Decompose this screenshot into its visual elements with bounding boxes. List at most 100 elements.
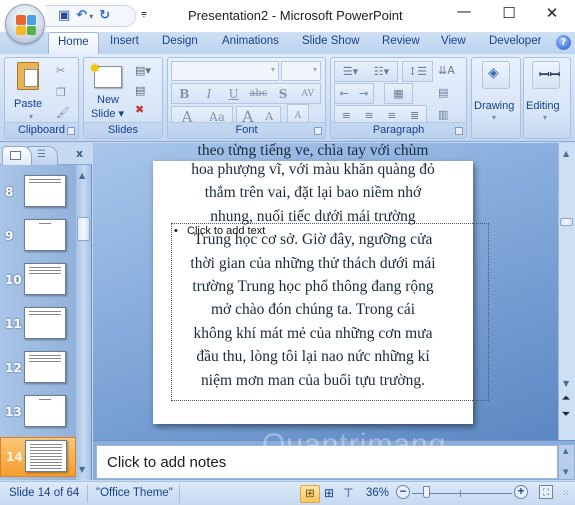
editing-group[interactable]: ꟷꟷ Editing ▾: [523, 57, 571, 139]
maximize-button[interactable]: ☐: [494, 4, 524, 22]
close-pane-icon[interactable]: x: [76, 147, 83, 160]
slide-canvas[interactable]: • Click to add text hoa phượng vĩ, với m…: [153, 158, 489, 424]
editing-dropdown-icon: ▾: [543, 113, 548, 122]
shadow-button[interactable]: S: [271, 87, 296, 101]
new-slide-icon[interactable]: ✸: [89, 61, 122, 88]
redo-icon[interactable]: ↻: [99, 9, 110, 23]
undo-dropdown-icon[interactable]: ▾: [89, 12, 93, 21]
new-slide-dropdown[interactable]: Slide ▾: [91, 107, 124, 120]
justify-button[interactable]: ≣: [403, 109, 426, 122]
bold-button[interactable]: B: [172, 87, 197, 101]
drawing-group[interactable]: ◈ Drawing ▾: [471, 57, 521, 139]
slide-thumbnail[interactable]: 13: [0, 393, 76, 433]
preview-text-line: [30, 465, 62, 466]
paste-button[interactable]: Paste: [14, 98, 42, 110]
tab-developer[interactable]: Developer: [489, 35, 541, 47]
slide-thumbnail[interactable]: 9: [0, 217, 76, 257]
cut-icon[interactable]: ✂: [56, 64, 65, 77]
editor-scroll-down-icon[interactable]: ▼: [563, 379, 569, 388]
tab-insert[interactable]: Insert: [110, 35, 139, 47]
help-icon[interactable]: ?: [556, 35, 571, 50]
layout-icon[interactable]: ▤▾: [135, 64, 151, 77]
reset-slide-icon[interactable]: ▤: [135, 84, 145, 97]
clipboard-group: Paste ▾ ✂ ❐ 🖌 Clipboard: [4, 57, 79, 139]
slide-thumbnail[interactable]: 10: [0, 261, 76, 301]
slide-sorter-button[interactable]: ⊞: [324, 486, 334, 500]
zoom-in-button[interactable]: +: [514, 485, 528, 499]
save-icon[interactable]: ▣: [58, 9, 70, 23]
preview-text-line: [29, 273, 61, 274]
notes-scroll-up-icon[interactable]: ▲: [563, 447, 568, 455]
font-size-combo[interactable]: [281, 61, 321, 81]
align-center-button[interactable]: ≡: [358, 109, 381, 122]
zoom-slider-thumb[interactable]: [422, 486, 430, 498]
scroll-thumb[interactable]: [77, 217, 90, 241]
slides-pane-scrollbar[interactable]: ▲ ▼: [76, 165, 91, 480]
slide-text-line: thời gian của những thử thách dưới mái: [190, 254, 436, 272]
underline-button[interactable]: U: [221, 87, 246, 101]
new-slide-label[interactable]: New: [97, 94, 119, 106]
drawing-icon: ◈: [482, 61, 510, 89]
slide-thumbnail[interactable]: 14: [0, 437, 76, 477]
numbering-button[interactable]: ☷▾: [366, 65, 397, 78]
tab-design[interactable]: Design: [162, 35, 198, 47]
italic-button[interactable]: I: [197, 87, 222, 101]
format-painter-icon[interactable]: 🖌: [56, 106, 70, 119]
tab-animations[interactable]: Animations: [222, 35, 279, 47]
paragraph-launcher-icon[interactable]: [455, 127, 463, 135]
close-button[interactable]: ✕: [537, 4, 567, 22]
fit-to-window-button[interactable]: ⛶: [539, 485, 553, 499]
tab-review[interactable]: Review: [382, 35, 420, 47]
tab-slide-show[interactable]: Slide Show: [302, 35, 360, 47]
clipboard-launcher-icon[interactable]: [67, 127, 75, 135]
slide-body-text[interactable]: hoa phượng vĩ, với màu khăn quàng đỏ thắm…: [153, 158, 473, 392]
strikethrough-button[interactable]: abc: [246, 88, 271, 99]
editor-scroll-up-icon[interactable]: ▲: [563, 149, 569, 158]
resize-grip-icon[interactable]: ⁙: [562, 488, 570, 499]
zoom-level[interactable]: 36%: [366, 487, 389, 499]
next-slide-icon[interactable]: ⏷: [562, 409, 570, 420]
text-direction-icon[interactable]: ⇊A: [438, 64, 455, 77]
undo-icon[interactable]: ↶: [76, 9, 87, 23]
columns-button[interactable]: ▦: [384, 83, 413, 104]
font-group: B I U abc S AV A Aa A A A Font: [167, 57, 326, 139]
notes-scrollbar[interactable]: ▲ ▼: [559, 445, 574, 479]
editor-scrollbar[interactable]: ▲ ▼ ⏶ ⏷: [558, 143, 575, 440]
notes-input[interactable]: Click to add notes: [96, 445, 558, 479]
font-name-combo[interactable]: [171, 61, 279, 81]
smartart-icon[interactable]: ▥: [438, 108, 448, 121]
font-launcher-icon[interactable]: [314, 127, 322, 135]
align-right-button[interactable]: ≡: [381, 109, 404, 122]
minimize-button[interactable]: —: [449, 2, 479, 20]
scroll-up-icon[interactable]: ▲: [79, 171, 85, 180]
notes-scroll-down-icon[interactable]: ▼: [563, 468, 568, 476]
copy-icon[interactable]: ❐: [56, 86, 66, 99]
slide-thumbnail[interactable]: 12: [0, 349, 76, 389]
align-left-button[interactable]: ≡: [335, 109, 358, 122]
tab-slides[interactable]: [2, 146, 32, 165]
previous-slide-icon[interactable]: ⏶: [562, 393, 570, 404]
bullets-button[interactable]: ☰▾: [335, 65, 366, 78]
preview-text-line: [29, 267, 61, 268]
customize-qat-icon[interactable]: ⩦: [141, 8, 147, 19]
normal-view-button[interactable]: ⊞: [300, 485, 320, 503]
increase-indent-button[interactable]: ⇥: [354, 87, 373, 100]
tab-view[interactable]: View: [441, 35, 466, 47]
slide-number: 11: [5, 317, 22, 331]
slide-text-line: Trung học cơ sở. Giờ đây, ngưỡng cửa: [193, 231, 433, 249]
slide-thumbnail[interactable]: 8: [0, 173, 76, 213]
decrease-indent-button[interactable]: ⇤: [335, 87, 354, 100]
slide-thumbnail[interactable]: 11: [0, 305, 76, 345]
scroll-down-icon[interactable]: ▼: [79, 465, 85, 474]
zoom-out-button[interactable]: −: [396, 485, 410, 499]
slide-show-button[interactable]: ⊤: [343, 486, 353, 500]
office-button[interactable]: [5, 4, 45, 44]
align-text-icon[interactable]: ▤: [438, 86, 448, 99]
paste-icon[interactable]: [17, 62, 39, 90]
line-spacing-button[interactable]: ↕☰: [402, 61, 433, 82]
paste-dropdown-icon[interactable]: ▾: [29, 112, 33, 121]
editor-scroll-thumb[interactable]: [560, 218, 573, 226]
tab-home[interactable]: Home: [48, 32, 99, 55]
character-spacing-button[interactable]: AV: [295, 89, 320, 99]
delete-slide-icon[interactable]: ✖: [135, 103, 144, 116]
